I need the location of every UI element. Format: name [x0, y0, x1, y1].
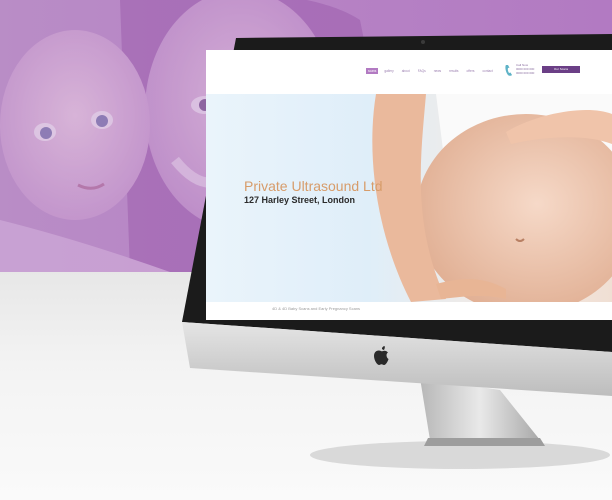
nav-item-scans[interactable]: scans	[366, 68, 379, 74]
below-hero-text: 4D & 4D Baby Scans and Early Pregnancy S…	[272, 306, 361, 311]
imac-mockup: scans gallery about FAQs news results of…	[0, 0, 612, 500]
website-screen: scans gallery about FAQs news results of…	[206, 50, 612, 320]
site-header: scans gallery about FAQs news results of…	[206, 50, 612, 94]
main-navigation: scans gallery about FAQs news results of…	[366, 68, 495, 74]
nav-item-gallery[interactable]: gallery	[382, 68, 395, 74]
hero-title: Private Ultrasound Ltd	[244, 178, 383, 194]
hero-subtitle: 127 Harley Street, London	[244, 195, 356, 205]
nav-item-faqs[interactable]: FAQs	[416, 68, 428, 74]
below-hero-section: 4D & 4D Baby Scans and Early Pregnancy S…	[206, 302, 612, 320]
nav-item-contact[interactable]: contact	[480, 68, 494, 74]
website-hero: Private Ultrasound Ltd 127 Harley Street…	[206, 94, 612, 302]
apple-logo-icon	[374, 346, 389, 365]
phone-contact: Call Now 0000 000 000 0000 000 000	[516, 63, 534, 75]
phone-icon	[505, 65, 512, 76]
phone-line-2[interactable]: 0000 000 000	[516, 71, 534, 75]
nav-item-about[interactable]: about	[400, 68, 412, 74]
nav-item-news[interactable]: news	[432, 68, 443, 74]
nav-item-offers[interactable]: offers	[465, 68, 477, 74]
our-scans-button[interactable]: Our Scans	[542, 66, 580, 73]
nav-item-results[interactable]: results	[447, 68, 460, 74]
